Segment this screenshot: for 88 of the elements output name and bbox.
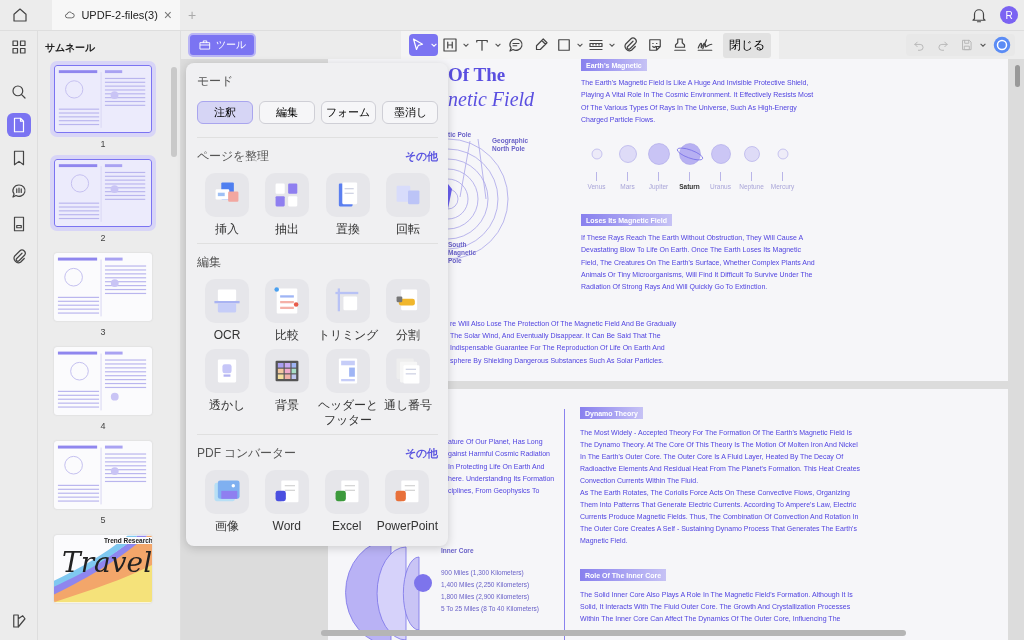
search-icon [9,83,28,101]
document-tab[interactable]: UPDF-2-files(3) × [52,0,180,30]
toolbar-button[interactable] [993,36,1011,54]
cloud-icon [64,8,76,22]
tool-tile[interactable] [324,470,369,514]
tool-tile[interactable] [385,349,430,393]
tool-tile[interactable] [325,173,370,217]
scrollbar[interactable] [321,630,906,636]
toolbox-icon [198,38,212,52]
section-title: モード [197,73,234,90]
tool-label: 通し番号 [383,398,432,413]
page-number: 2 [100,233,106,243]
caret-icon [979,41,987,49]
tool-tile[interactable] [204,470,249,514]
bell-icon[interactable] [970,6,988,24]
avatar[interactable]: R [1000,6,1018,24]
page-thumbnail[interactable] [54,253,152,321]
caret-icon [462,41,470,49]
paperclip-icon [621,36,639,54]
panel-title: サムネール [45,41,96,55]
document-title: Of The [448,63,507,87]
caret-icon [608,41,616,49]
caret-icon [576,41,584,49]
tool-tile[interactable] [265,349,310,393]
mode-button[interactable]: 注釈 [197,101,253,124]
thumbnail-title: Travel [62,549,152,577]
save-icon [960,38,974,52]
section-title: PDF コンバーター [197,445,297,462]
tool-label: 比較 [275,328,300,343]
document-title: netic Field [448,87,536,111]
more-link[interactable]: その他 [405,446,438,461]
comment-icon [9,182,28,200]
undo-icon [912,38,926,52]
close-button[interactable]: 閉じる [723,32,771,58]
rectangle-icon [555,36,573,54]
tool-label: ヘッダーとフッター [317,398,378,428]
sidebar-button[interactable] [6,113,31,137]
tool-tile[interactable] [385,279,430,323]
home-icon[interactable] [11,6,29,24]
tool-tile[interactable] [264,470,309,514]
grid-icon [9,38,28,56]
stamp-icon [671,36,689,54]
page-thumbnail[interactable] [54,347,152,415]
scrollbar[interactable] [171,67,177,157]
tool-label: トリミング [317,328,378,343]
page-thumbnail[interactable] [54,441,152,509]
page-number: 4 [100,421,106,431]
more-link[interactable]: その他 [405,149,438,164]
tool-tile[interactable] [265,279,310,323]
mode-button[interactable]: フォーム [320,101,377,124]
close-button[interactable]: × [163,7,172,23]
tool-label: 背景 [275,398,300,413]
tool-label: 抽出 [275,222,300,237]
tool-tile[interactable] [325,279,370,323]
comment-icon [507,36,525,54]
tool-label: 置換 [335,222,360,237]
page-number: 3 [100,327,106,337]
text-box-icon [441,36,459,54]
tool-label: 挿入 [215,222,240,237]
section-title: 編集 [197,254,221,271]
tool-label: 分割 [395,328,420,343]
tool-label: 画像 [214,519,239,534]
section-title: ページを整理 [197,148,269,165]
tool-tile[interactable] [205,279,250,323]
tool-label: Excel [332,519,362,534]
tool-tile[interactable] [325,349,370,393]
tool-label: PowerPoint [376,519,438,534]
sticker-icon [646,36,664,54]
mode-button[interactable]: 墨消し [382,101,438,124]
signature-icon [696,36,714,54]
redo-icon [936,38,950,52]
assistant-icon [993,36,1011,54]
tool-tile[interactable] [205,349,250,393]
page-number: 1 [100,139,106,149]
tool-label: 回転 [395,222,420,237]
tool-label: Word [272,519,302,534]
tool-tile[interactable] [205,173,250,217]
page-number: 5 [100,515,106,525]
caret-icon [494,41,502,49]
tool-label: 透かし [209,398,246,413]
tool-tile[interactable] [265,173,310,217]
tools-button[interactable]: ツール [188,33,256,57]
scrollbar[interactable] [1015,65,1020,87]
tool-tile[interactable] [385,173,430,217]
tool-label: OCR [213,328,241,343]
caret-icon [430,41,438,49]
mode-button[interactable]: 編集 [258,101,315,124]
tool-tile[interactable] [385,470,430,514]
